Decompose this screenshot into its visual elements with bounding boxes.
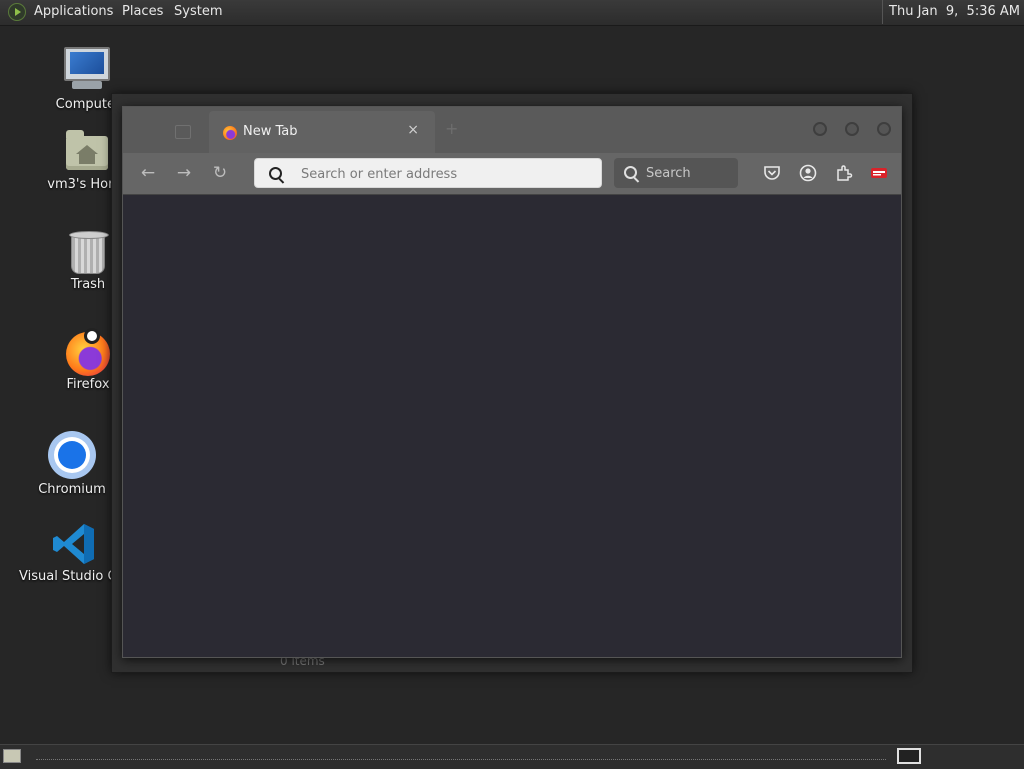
chromium-icon [48, 431, 96, 479]
system-menu[interactable]: System [174, 4, 222, 19]
workspace-switcher[interactable] [897, 748, 921, 764]
tab-title: New Tab [243, 124, 298, 139]
pocket-icon[interactable] [763, 164, 781, 182]
desktop-icon-label: Chromium [38, 482, 106, 497]
bottom-panel [0, 744, 1024, 769]
extensions-icon[interactable] [835, 164, 853, 182]
top-panel: Applications Places System Thu Jan 9, 5:… [0, 0, 1024, 26]
nav-toolbar: ← → ↻ [123, 153, 901, 195]
close-window-button[interactable] [877, 122, 891, 136]
url-bar[interactable] [254, 158, 602, 188]
reload-button[interactable]: ↻ [209, 162, 231, 184]
clock[interactable]: Thu Jan 9, 5:36 AM [882, 0, 1024, 24]
firefox-window[interactable]: New Tab × + ← → ↻ [122, 106, 902, 658]
places-menu[interactable]: Places [122, 4, 163, 19]
desktop-icon-label: Visual Studio Code [19, 569, 141, 584]
computer-icon [64, 47, 110, 81]
forward-button[interactable]: → [173, 162, 195, 184]
page-content[interactable] [123, 195, 901, 657]
search-input[interactable] [644, 164, 736, 182]
running-badge-icon [84, 328, 100, 344]
desktop-icon-vscode[interactable]: Visual Studio Code [19, 520, 141, 590]
tab-overview-icon[interactable] [175, 125, 191, 139]
show-desktop-icon[interactable] [3, 749, 21, 763]
search-bar[interactable] [614, 158, 738, 188]
account-icon[interactable] [799, 164, 817, 182]
search-icon [624, 166, 637, 179]
trash-icon [69, 231, 109, 274]
distro-logo-icon[interactable] [8, 3, 26, 21]
maximize-button[interactable] [845, 122, 859, 136]
tab-new-tab[interactable]: New Tab × [209, 111, 435, 153]
flag-icon[interactable] [870, 164, 888, 182]
close-tab-icon[interactable]: × [407, 122, 419, 138]
new-tab-icon[interactable]: + [445, 119, 458, 138]
minimize-button[interactable] [813, 122, 827, 136]
back-button[interactable]: ← [137, 162, 159, 184]
computer-stand [72, 81, 102, 89]
vscode-icon [53, 524, 94, 564]
applications-menu[interactable]: Applications [34, 4, 113, 19]
firefox-favicon-icon [223, 126, 237, 140]
desktop-icon-chromium[interactable]: Chromium [22, 430, 122, 500]
tab-strip[interactable]: New Tab × + [123, 107, 901, 153]
window-list[interactable] [36, 753, 886, 760]
address-input[interactable] [299, 165, 593, 183]
home-folder-icon [66, 130, 108, 170]
search-icon [269, 167, 282, 180]
